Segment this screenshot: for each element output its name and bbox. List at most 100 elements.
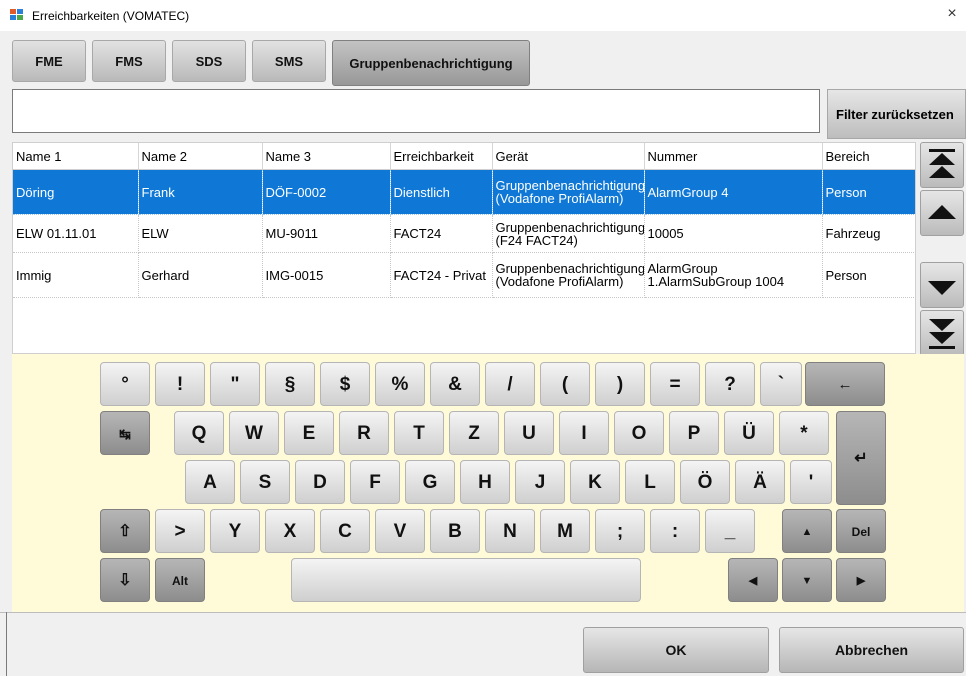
key-dollar[interactable]: $ [320,362,370,406]
key-arrow-up[interactable]: ▲ [782,509,832,553]
column-header-name2[interactable]: Name 2 [138,143,263,170]
key-y[interactable]: Y [210,509,260,553]
key-ue[interactable]: Ü [724,411,774,455]
table-cell: Gruppenbenachrichtigung (Vodafone ProfiA… [492,169,645,215]
key-tab[interactable]: ↹ [100,411,150,455]
ok-button[interactable]: OK [583,627,769,673]
on-screen-keyboard: ° ! " § $ % & / ( ) = ? ` ← ↹ Q W E R T … [12,354,964,612]
key-equals[interactable]: = [650,362,700,406]
window-title: Erreichbarkeiten (VOMATEC) [32,9,190,23]
key-paren-open[interactable]: ( [540,362,590,406]
key-v[interactable]: V [375,509,425,553]
cancel-button[interactable]: Abbrechen [779,627,964,673]
key-arrow-right[interactable]: ▶ [836,558,886,602]
key-backtick[interactable]: ` [760,362,802,406]
table-cell: 10005 [644,214,823,253]
key-j[interactable]: J [515,460,565,504]
key-r[interactable]: R [339,411,389,455]
key-question[interactable]: ? [705,362,755,406]
key-exclamation[interactable]: ! [155,362,205,406]
table-row[interactable]: Döring Frank DÖF-0002 Dienstlich Gruppen… [13,169,915,215]
key-alt[interactable]: Alt [155,558,205,602]
key-u[interactable]: U [504,411,554,455]
scroll-bottom-button[interactable] [920,310,964,356]
key-space[interactable] [291,558,641,602]
key-w[interactable]: W [229,411,279,455]
tab-fme[interactable]: FME [12,40,86,82]
key-colon[interactable]: : [650,509,700,553]
key-d[interactable]: D [295,460,345,504]
filter-reset-button[interactable]: Filter zurücksetzen [827,89,966,139]
key-n[interactable]: N [485,509,535,553]
table-cell: ELW 01.11.01 [13,214,139,253]
filter-input[interactable] [12,89,820,133]
key-m[interactable]: M [540,509,590,553]
tab-sds[interactable]: SDS [172,40,246,82]
table-row[interactable]: ELW 01.11.01 ELW MU-9011 FACT24 Gruppenb… [13,214,915,253]
column-header-bereich[interactable]: Bereich [822,143,915,170]
tab-gruppenbenachrichtigung[interactable]: Gruppenbenachrichtigung [332,40,530,86]
close-icon[interactable]: × [942,5,962,23]
tab-sms[interactable]: SMS [252,40,326,82]
key-backspace[interactable]: ← [805,362,885,406]
key-greater[interactable]: > [155,509,205,553]
scroll-down-button[interactable] [920,262,964,308]
column-header-erreichbarkeit[interactable]: Erreichbarkeit [390,143,493,170]
key-section[interactable]: § [265,362,315,406]
key-k[interactable]: K [570,460,620,504]
key-ampersand[interactable]: & [430,362,480,406]
key-l[interactable]: L [625,460,675,504]
key-a[interactable]: A [185,460,235,504]
key-arrow-left[interactable]: ◀ [728,558,778,602]
column-header-geraet[interactable]: Gerät [492,143,645,170]
key-shift-lock[interactable]: ⇩ [100,558,150,602]
table-cell: Gruppenbenachrichtigung (Vodafone ProfiA… [492,252,645,298]
column-header-name1[interactable]: Name 1 [13,143,139,170]
column-header-name3[interactable]: Name 3 [262,143,391,170]
key-b[interactable]: B [430,509,480,553]
left-border [6,612,7,676]
key-shift[interactable]: ⇧ [100,509,150,553]
bottom-separator [0,612,966,613]
table-cell: Person [822,252,915,298]
key-asterisk[interactable]: * [779,411,829,455]
table-cell: IMG-0015 [262,252,391,298]
key-s[interactable]: S [240,460,290,504]
key-x[interactable]: X [265,509,315,553]
table-row[interactable]: Immig Gerhard IMG-0015 FACT24 - Privat G… [13,252,915,298]
key-i[interactable]: I [559,411,609,455]
key-f[interactable]: F [350,460,400,504]
table-cell: DÖF-0002 [262,169,391,215]
table-cell: ELW [138,214,263,253]
key-underscore[interactable]: _ [705,509,755,553]
key-e[interactable]: E [284,411,334,455]
key-degree[interactable]: ° [100,362,150,406]
key-paren-close[interactable]: ) [595,362,645,406]
key-t[interactable]: T [394,411,444,455]
key-enter[interactable]: ↵ [836,411,886,505]
column-header-nummer[interactable]: Nummer [644,143,823,170]
key-delete[interactable]: Del [836,509,886,553]
key-quote[interactable]: " [210,362,260,406]
scroll-top-button[interactable] [920,142,964,188]
key-ae[interactable]: Ä [735,460,785,504]
key-semicolon[interactable]: ; [595,509,645,553]
key-z[interactable]: Z [449,411,499,455]
table-cell: Immig [13,252,139,298]
key-h[interactable]: H [460,460,510,504]
scroll-up-button[interactable] [920,190,964,236]
table-cell: Döring [13,169,139,215]
key-slash[interactable]: / [485,362,535,406]
key-percent[interactable]: % [375,362,425,406]
key-o[interactable]: O [614,411,664,455]
key-apostrophe[interactable]: ' [790,460,832,504]
tab-fms[interactable]: FMS [92,40,166,82]
key-arrow-down[interactable]: ▼ [782,558,832,602]
table-header-row: Name 1 Name 2 Name 3 Erreichbarkeit Gerä… [13,143,915,170]
key-q[interactable]: Q [174,411,224,455]
key-g[interactable]: G [405,460,455,504]
key-p[interactable]: P [669,411,719,455]
key-oe[interactable]: Ö [680,460,730,504]
table-cell: Frank [138,169,263,215]
key-c[interactable]: C [320,509,370,553]
